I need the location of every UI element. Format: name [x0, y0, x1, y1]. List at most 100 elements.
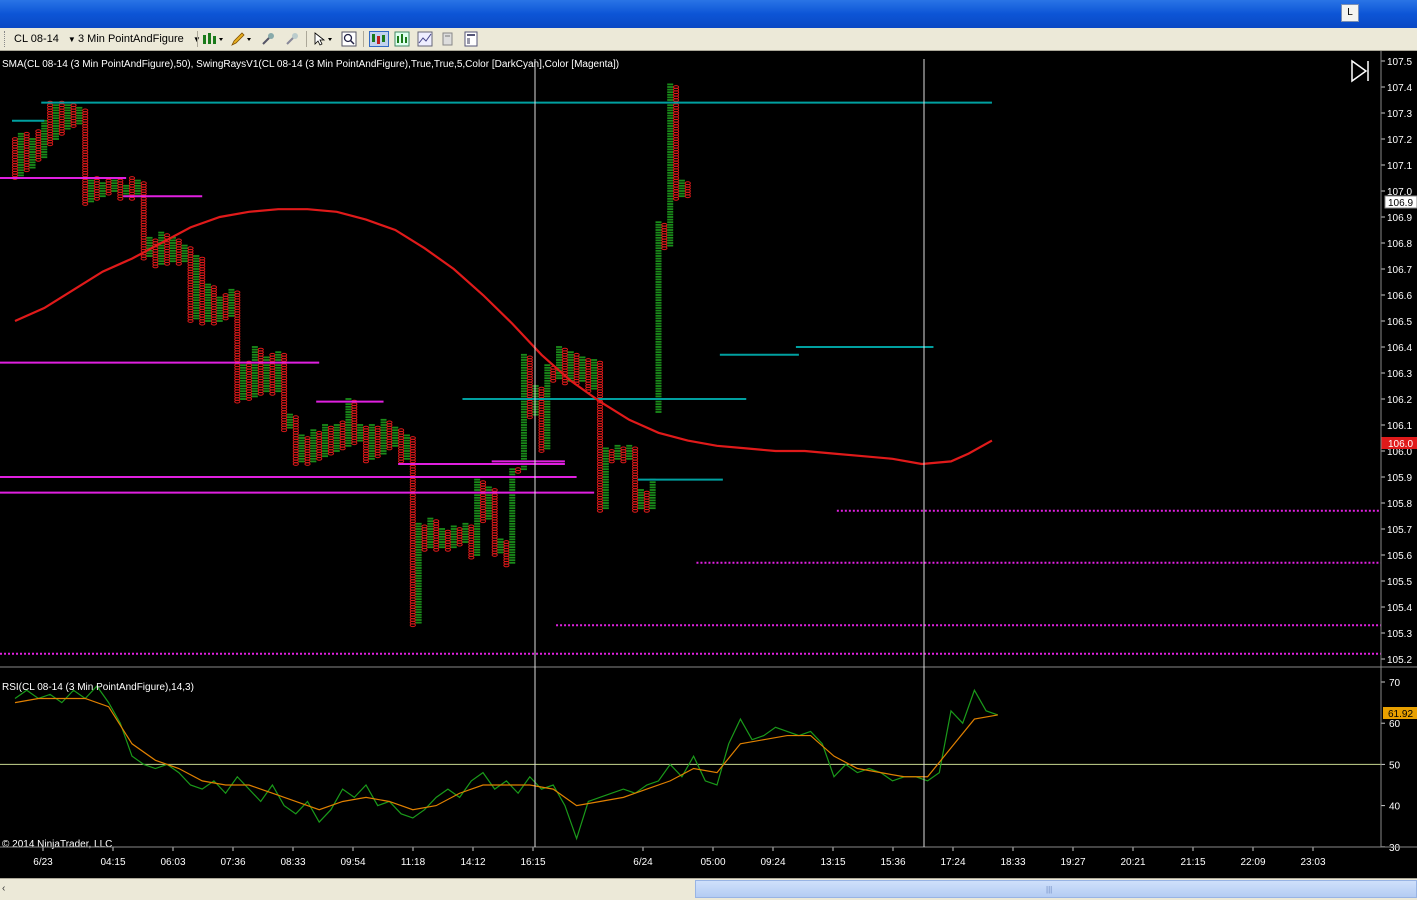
- instrument-selector[interactable]: CL 08-14 ▼: [14, 31, 76, 47]
- zoom-icon[interactable]: [341, 31, 357, 47]
- pf-o-box: [187, 246, 194, 251]
- bar-chart-type-icon[interactable]: [202, 31, 223, 47]
- pf-column: [245, 360, 253, 401]
- period-label: 3 Min PointAndFigure: [78, 33, 184, 45]
- pf-o-box: [105, 178, 112, 183]
- pf-column: [561, 347, 569, 386]
- cursor-select-icon[interactable]: [312, 31, 332, 47]
- pf-column: [134, 179, 141, 198]
- pf-column: [281, 352, 288, 433]
- pf-column: [181, 244, 188, 263]
- pf-column: [76, 106, 83, 125]
- copyright-label: © 2014 NinjaTrader, LLC: [2, 839, 112, 850]
- pf-column: [403, 434, 410, 460]
- pf-column: [503, 540, 510, 568]
- pf-column: [205, 283, 212, 322]
- pf-o-box: [643, 490, 650, 495]
- scroll-to-end-icon[interactable]: [1351, 59, 1369, 83]
- pf-column: [333, 424, 340, 452]
- pf-o-box: [421, 524, 428, 529]
- price-tick-label: 105.7: [1387, 525, 1412, 536]
- rsi-indicator-label: RSI(CL 08-14 (3 Min PointAndFigure),14,3…: [2, 682, 194, 693]
- copy-icon[interactable]: [440, 31, 456, 47]
- pf-o-box: [538, 386, 545, 391]
- pf-o-box: [398, 428, 405, 433]
- pf-o-box: [316, 430, 323, 435]
- pf-o-box: [175, 238, 182, 243]
- price-tick-label: 105.4: [1387, 603, 1412, 614]
- pf-o-box: [117, 178, 124, 183]
- grip-icon: |||: [1046, 885, 1053, 894]
- properties-icon[interactable]: [463, 31, 479, 47]
- indicators-icon[interactable]: [394, 31, 410, 47]
- horizontal-scrollbar[interactable]: ‹ |||: [0, 878, 1417, 900]
- pf-column: [322, 424, 329, 458]
- pf-o-box: [292, 415, 299, 420]
- price-tick-label: 106.1: [1387, 421, 1412, 432]
- period-selector[interactable]: 3 Min PointAndFigure ▼: [78, 31, 201, 47]
- scroll-left-arrow-icon[interactable]: ‹: [2, 882, 14, 896]
- pf-column: [222, 293, 229, 321]
- pf-column: [567, 351, 574, 382]
- pf-column: [468, 524, 475, 560]
- pf-o-box: [281, 352, 288, 357]
- pf-column: [357, 424, 364, 442]
- scroll-thumb[interactable]: |||: [695, 880, 1417, 898]
- pf-column: [351, 399, 358, 446]
- pf-o-box: [339, 420, 346, 425]
- pf-o-box: [152, 238, 159, 243]
- rsi-tick-label: 40: [1389, 802, 1401, 813]
- pf-o-box: [632, 446, 639, 451]
- pf-column: [105, 178, 112, 196]
- price-tick-label: 106.6: [1387, 291, 1412, 302]
- pf-column: [210, 285, 217, 326]
- rsi-panel[interactable]: 70 60 50 40 30: [0, 678, 1401, 854]
- pf-column: [251, 346, 258, 398]
- pf-column: [58, 100, 65, 136]
- pf-o-box: [210, 285, 217, 290]
- pf-column: [117, 178, 124, 201]
- time-tick-label: 15:36: [880, 857, 905, 868]
- pf-column: [70, 103, 77, 128]
- data-box-icon[interactable]: [369, 31, 389, 47]
- zoom-pin-icon[interactable]: [284, 31, 300, 47]
- pf-o-box: [608, 449, 615, 453]
- crosshair-pin-icon[interactable]: [260, 31, 276, 47]
- time-tick-label: 06:03: [160, 857, 185, 868]
- pf-column: [88, 179, 95, 203]
- time-tick-label: 21:15: [1180, 857, 1205, 868]
- price-indicator-label: SMA(CL 08-14 (3 Min PointAndFigure),50),…: [2, 59, 619, 70]
- chart-area[interactable]: 107.5107.4107.3107.2107.1107.0106.9106.8…: [0, 51, 1417, 878]
- price-tick-label: 105.2: [1387, 655, 1412, 666]
- price-tick-label: 106.8: [1387, 239, 1412, 250]
- pf-o-box: [456, 527, 463, 531]
- toolbar-grip[interactable]: [4, 31, 9, 47]
- pf-column: [520, 353, 527, 471]
- pf-column: [380, 418, 387, 455]
- sma-value-marker: 106.0: [1381, 437, 1417, 450]
- time-tick-label: 11:18: [401, 857, 426, 868]
- pf-column: [427, 517, 434, 549]
- pf-column: [368, 424, 375, 460]
- time-tick-label: 05:00: [700, 857, 725, 868]
- pf-column: [29, 138, 36, 169]
- pf-column: [433, 519, 440, 552]
- window-link-button[interactable]: L: [1341, 4, 1359, 22]
- pf-o-box: [479, 480, 487, 485]
- time-tick-label: 07:36: [220, 857, 245, 868]
- pf-column: [82, 108, 89, 206]
- pencil-draw-icon[interactable]: [230, 31, 251, 47]
- pf-column: [93, 176, 101, 201]
- price-panel[interactable]: 107.5107.4107.3107.2107.1107.0106.9106.8…: [0, 57, 1412, 666]
- time-axis[interactable]: 6/23 04:15 06:03 07:36 08:33 09:54 11:18 14:12 1…: [33, 847, 1326, 868]
- pf-column: [269, 352, 276, 396]
- rsi-value-marker: 61.92: [1383, 707, 1417, 720]
- pf-column: [64, 104, 71, 130]
- pf-column: [99, 182, 106, 198]
- pf-column: [111, 177, 118, 192]
- pf-column: [509, 468, 516, 564]
- strategies-icon[interactable]: [417, 31, 433, 47]
- pf-column: [199, 256, 206, 326]
- pf-column: [316, 430, 323, 461]
- pf-column: [667, 83, 674, 247]
